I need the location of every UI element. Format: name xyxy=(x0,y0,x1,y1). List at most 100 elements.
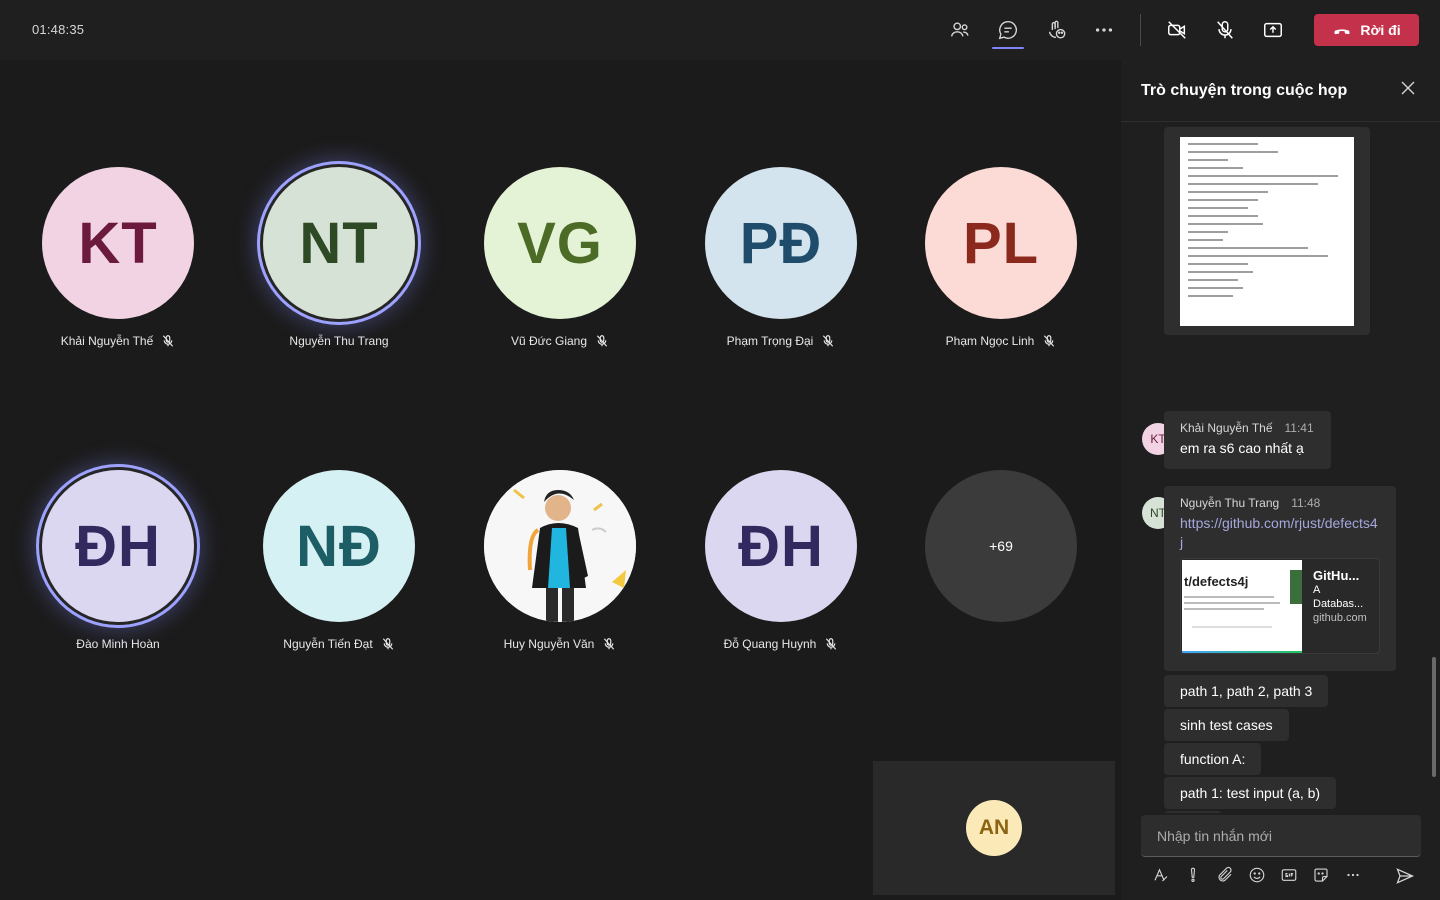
participant-tile[interactable]: PĐ Phạm Trọng Đại xyxy=(681,167,881,348)
close-icon xyxy=(1401,81,1415,95)
mic-off-icon xyxy=(1044,335,1055,347)
mic-off-icon xyxy=(1217,21,1233,39)
attach-button[interactable] xyxy=(1209,863,1241,887)
close-chat-button[interactable] xyxy=(1400,80,1416,101)
participant-avatar: KT xyxy=(42,167,194,319)
participant-tile[interactable]: KT Khải Nguyễn Thế xyxy=(18,167,218,348)
message-meta: Nguyễn Thu Trang 11:48 xyxy=(1180,496,1380,510)
message-time: 11:48 xyxy=(1291,496,1321,510)
participant-name-row: Nguyễn Tiến Đạt xyxy=(283,637,394,651)
participant-name-row: Đào Minh Hoàn xyxy=(76,637,159,651)
toolbar-divider xyxy=(1140,14,1141,46)
participant-name-row: Phạm Ngọc Linh xyxy=(946,334,1057,348)
person-photo-icon xyxy=(484,470,636,622)
participant-stage: KT Khải Nguyễn Thế NT Nguyễn Thu Trang V… xyxy=(0,60,1120,900)
participant-name: Phạm Trọng Đại xyxy=(726,334,814,348)
meeting-chat-panel: Trò chuyện trong cuộc họp KT Khải Nguyễn… xyxy=(1120,60,1440,900)
participant-tile[interactable]: NĐ Nguyễn Tiến Đạt xyxy=(239,470,439,651)
reactions-button[interactable] xyxy=(1040,14,1072,46)
important-button[interactable] xyxy=(1177,863,1209,887)
participant-tile[interactable]: PL Phạm Ngọc Linh xyxy=(901,167,1101,348)
chat-message[interactable]: path 1: test input (a, b) xyxy=(1164,777,1337,809)
chat-button[interactable] xyxy=(992,14,1024,49)
github-link[interactable]: https://github.com/rjust/defects4j xyxy=(1180,515,1378,550)
participant-name: Nguyễn Tiến Đạt xyxy=(283,637,373,651)
new-message-input[interactable] xyxy=(1141,815,1421,856)
message-text: em ra s6 cao nhất ạ xyxy=(1180,440,1304,456)
people-button[interactable] xyxy=(944,14,976,46)
message-text: https://github.com/rjust/defects4j xyxy=(1180,514,1380,552)
mic-off-icon xyxy=(823,335,834,347)
more-options-icon xyxy=(1347,873,1359,877)
leave-meeting-button[interactable]: Rời đi xyxy=(1314,14,1419,46)
sticker-button[interactable] xyxy=(1305,863,1337,887)
more-options-button[interactable] xyxy=(1337,863,1369,887)
format-button[interactable] xyxy=(1145,863,1177,887)
overflow-count: +69 xyxy=(925,470,1077,622)
document-screenshot-image xyxy=(1180,137,1354,326)
participant-name: Khải Nguyễn Thế xyxy=(60,334,154,348)
send-button[interactable] xyxy=(1395,866,1415,884)
self-view[interactable]: AN xyxy=(873,761,1115,895)
participant-avatar: ĐH xyxy=(705,470,857,622)
participant-avatar: ĐH xyxy=(42,470,194,622)
mic-off-icon xyxy=(596,335,608,347)
chat-message[interactable]: Khải Nguyễn Thế 11:41 em ra s6 cao nhất … xyxy=(1164,411,1331,469)
participant-name-row: Phạm Trọng Đại xyxy=(727,334,836,348)
mic-off-icon xyxy=(163,335,174,347)
sticker-icon xyxy=(1314,868,1328,882)
gif-icon xyxy=(1281,869,1297,881)
participant-name-row: Vũ Đức Giang xyxy=(511,334,609,348)
preview-site: github.com xyxy=(1313,612,1367,624)
message-composer[interactable] xyxy=(1141,815,1421,857)
participant-tile[interactable]: ĐH Đào Minh Hoàn xyxy=(18,470,218,651)
send-icon xyxy=(1396,868,1415,884)
meeting-toolbar: 01:48:35 Rời đi xyxy=(0,0,1440,60)
important-icon xyxy=(1190,867,1196,882)
participant-name-row: Huy Nguyễn Văn xyxy=(504,637,617,651)
participant-name: Nguyễn Thu Trang xyxy=(289,334,389,348)
chat-message[interactable]: sinh test cases xyxy=(1164,709,1289,741)
composer-toolbar xyxy=(1145,863,1421,887)
share-screen-button[interactable] xyxy=(1257,14,1289,46)
participant-tile[interactable]: NT Nguyễn Thu Trang xyxy=(239,167,439,348)
share-screen-icon xyxy=(1264,22,1282,38)
message-meta: Khải Nguyễn Thế 11:41 xyxy=(1180,421,1315,435)
participant-tile[interactable]: ĐH Đỗ Quang Huynh xyxy=(681,470,881,651)
participant-avatar: PĐ xyxy=(705,167,857,319)
camera-toggle-button[interactable] xyxy=(1161,14,1193,46)
preview-desc-line1: A xyxy=(1313,584,1321,596)
chat-message-list[interactable]: KT Khải Nguyễn Thế 11:41 em ra s6 cao nh… xyxy=(1121,123,1431,813)
chat-message[interactable]: path 1, path 2, path 3 xyxy=(1164,675,1329,707)
chat-scrollbar[interactable] xyxy=(1432,657,1436,777)
emoji-button[interactable] xyxy=(1241,863,1273,887)
link-preview-text: GitHu... A Databas... github.com xyxy=(1313,569,1377,625)
participant-avatar: NT xyxy=(263,167,415,319)
people-icon xyxy=(951,22,969,37)
emoji-icon xyxy=(1249,867,1265,883)
more-actions-button[interactable] xyxy=(1088,14,1120,46)
participant-tile[interactable]: Huy Nguyễn Văn xyxy=(460,470,660,651)
chat-header: Trò chuyện trong cuộc họp xyxy=(1121,60,1440,122)
mic-off-icon xyxy=(826,638,837,650)
more-participants-tile[interactable]: +69 xyxy=(901,470,1101,622)
link-preview-card[interactable]: t/defects4j GitHu... A Databas... github… xyxy=(1180,558,1380,654)
self-avatar: AN xyxy=(966,800,1022,856)
participant-tile[interactable]: VG Vũ Đức Giang xyxy=(460,167,660,348)
preview-title: GitHu... xyxy=(1313,568,1360,583)
participant-name: Huy Nguyễn Văn xyxy=(503,637,595,651)
preview-desc-line2: Databas... xyxy=(1313,598,1364,610)
mic-off-icon xyxy=(382,638,393,650)
attach-icon xyxy=(1218,866,1232,882)
message-sender: Nguyễn Thu Trang xyxy=(1180,496,1280,510)
gif-button[interactable] xyxy=(1273,863,1305,887)
participant-name: Đào Minh Hoàn xyxy=(76,637,160,651)
chat-message[interactable]: Nguyễn Thu Trang 11:48 https://github.co… xyxy=(1164,486,1396,671)
chat-message[interactable]: function A: xyxy=(1164,743,1262,775)
participant-avatar: PL xyxy=(925,167,1077,319)
camera-off-icon xyxy=(1168,21,1186,39)
link-preview-image: t/defects4j xyxy=(1182,560,1302,653)
chat-message[interactable]: junit xyxy=(1164,811,1222,813)
image-message[interactable] xyxy=(1164,127,1370,335)
mic-toggle-button[interactable] xyxy=(1209,14,1241,46)
